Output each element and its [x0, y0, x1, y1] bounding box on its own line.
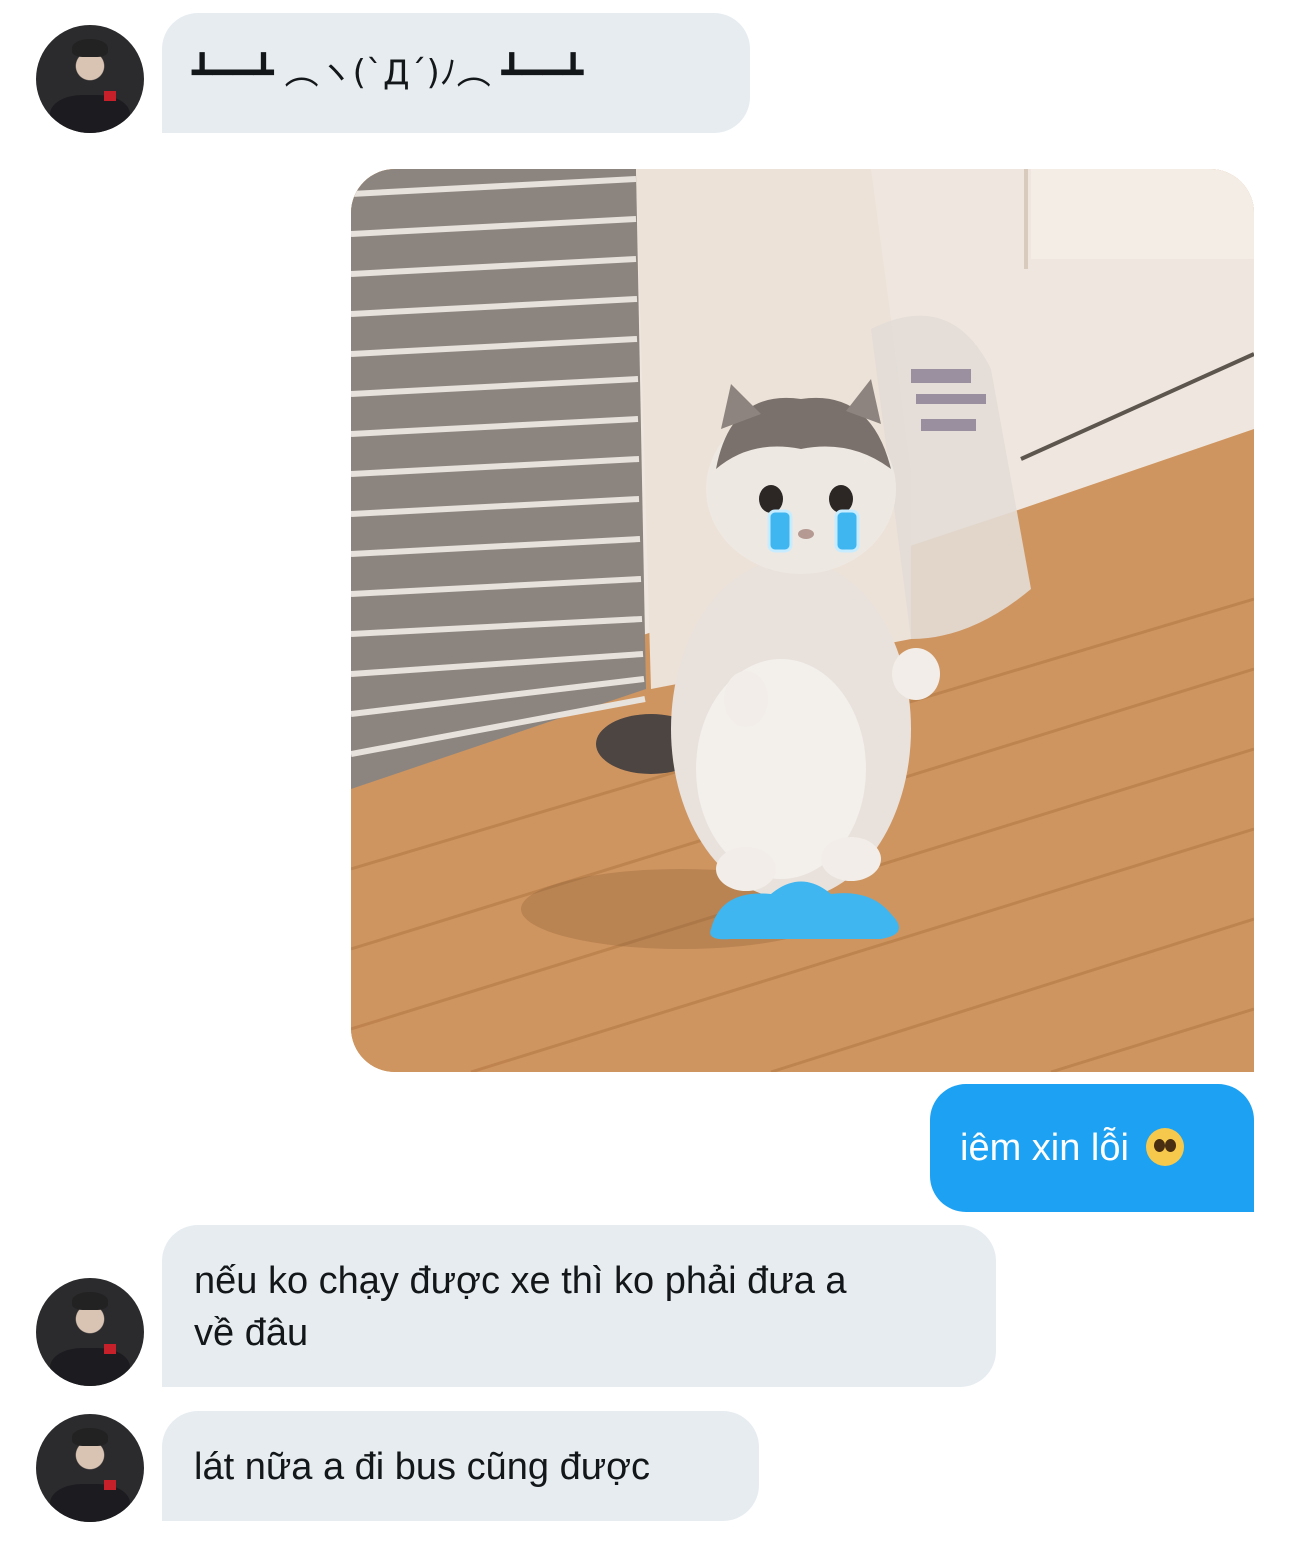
message-text: iêm xin lỗi [960, 1127, 1129, 1169]
message-bubble-incoming[interactable]: nếu ko chạy được xe thì ko phải đưa a về… [162, 1225, 996, 1387]
crying-cat-meme-image[interactable] [351, 169, 1254, 1072]
message-text: ┻━━┻ ︵ヽ(`Д´)ﾉ︵ ┻━━┻ [192, 53, 584, 93]
avatar-hair [72, 1428, 108, 1446]
avatar-shirt [50, 1484, 130, 1522]
sender-avatar[interactable] [36, 1278, 144, 1386]
message-bubble-outgoing[interactable]: iêm xin lỗi [930, 1084, 1254, 1212]
cat-photo-drawing [351, 169, 1254, 1072]
message-text-line: về đâu [194, 1312, 309, 1354]
sender-avatar[interactable] [36, 25, 144, 133]
avatar-shirt [50, 1348, 130, 1386]
message-bubble-incoming[interactable]: lát nữa a đi bus cũng được [162, 1411, 759, 1521]
message-bubble-incoming[interactable]: ┻━━┻ ︵ヽ(`Д´)ﾉ︵ ┻━━┻ [162, 13, 750, 133]
avatar-shirt [50, 95, 130, 133]
sender-avatar[interactable] [36, 1414, 144, 1522]
message-text-line: nếu ko chạy được xe thì ko phải đưa a [194, 1260, 847, 1302]
message-text: lát nữa a đi bus cũng được [194, 1446, 651, 1488]
avatar-team-badge [104, 1344, 116, 1354]
avatar-hair [72, 1292, 108, 1310]
pleading-face-icon [1145, 1128, 1184, 1166]
avatar-team-badge [104, 1480, 116, 1490]
avatar-hair [72, 39, 108, 57]
avatar-team-badge [104, 91, 116, 101]
